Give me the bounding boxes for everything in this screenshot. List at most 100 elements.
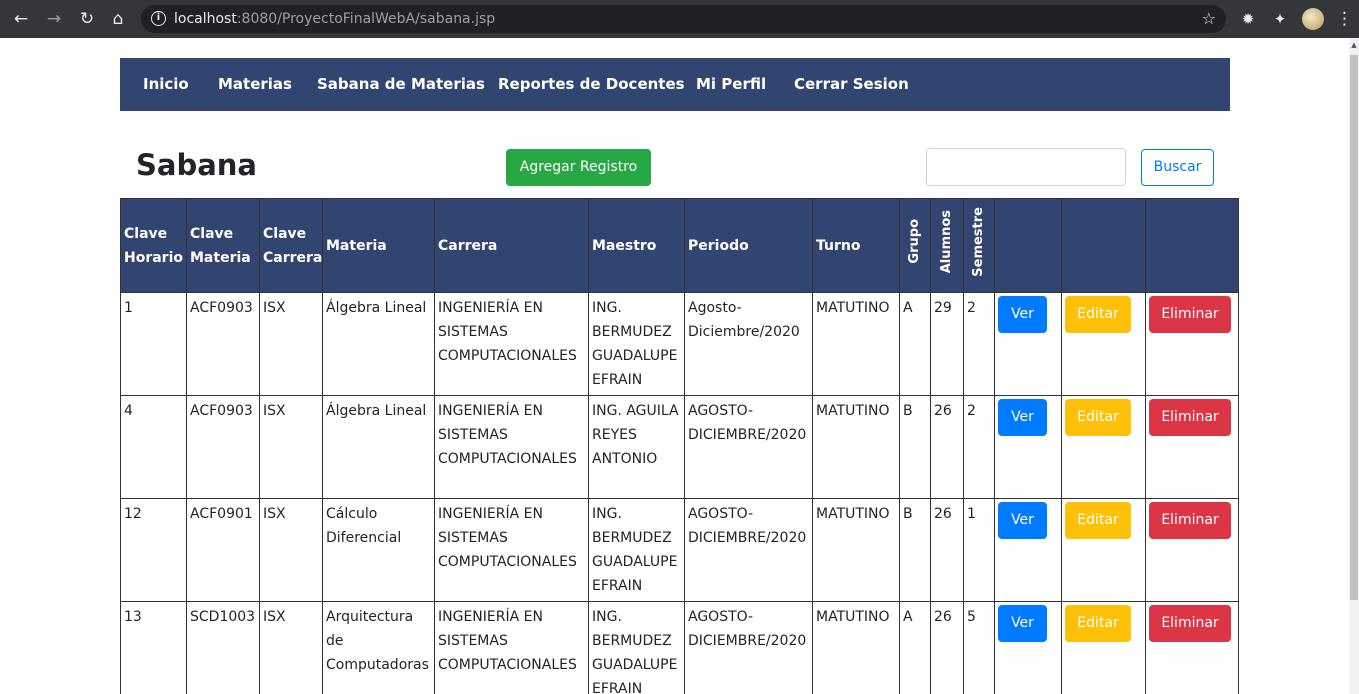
cell-grupo: A (899, 292, 931, 396)
nav-materias[interactable]: Materias (218, 58, 292, 111)
cell-clave-materia: ACF0903 (186, 292, 260, 396)
cell-materia: Álgebra Lineal (322, 292, 435, 396)
cell-action-edit: Editar (1061, 292, 1146, 396)
cell-action-edit: Editar (1061, 498, 1146, 602)
cell-clave-carrera: ISX (259, 498, 323, 602)
page-scrollbar[interactable]: ▲ (1349, 38, 1359, 694)
puzzle-extensions-icon[interactable]: ✦ (1270, 9, 1290, 29)
url-host: localhost (174, 11, 237, 27)
view-button[interactable]: Ver (998, 296, 1047, 333)
url-path: :8080/ProyectoFinalWebA/sabana.jsp (236, 11, 496, 27)
scrollbar-thumb[interactable] (1350, 55, 1358, 600)
cell-alumnos: 26 (930, 601, 964, 694)
sabana-table-container: Clave Horario Clave Materia Clave Carrer… (120, 198, 1239, 694)
cell-periodo: AGOSTO-DICIEMBRE/2020 (684, 395, 813, 499)
cell-materia: Cálculo Diferencial (322, 498, 435, 602)
nav-mi-perfil[interactable]: Mi Perfil (696, 58, 766, 111)
cell-grupo: B (899, 395, 931, 499)
edit-button[interactable]: Editar (1065, 296, 1131, 333)
cell-action-view: Ver (994, 292, 1062, 396)
cell-carrera: INGENIERÍA EN SISTEMAS COMPUTACIONALES (434, 292, 589, 396)
home-icon[interactable]: ⌂ (107, 8, 129, 30)
header-clave-materia: Clave Materia (186, 198, 260, 293)
main-navbar: Inicio Materias Sabana de Materias Repor… (120, 58, 1230, 111)
view-button[interactable]: Ver (998, 399, 1047, 436)
cell-maestro: ING. BERMUDEZ GUADALUPE EFRAIN (588, 498, 685, 602)
edit-button[interactable]: Editar (1065, 399, 1131, 436)
cell-clave-materia: SCD1003 (186, 601, 260, 694)
cell-periodo: AGOSTO-DICIEMBRE/2020 (684, 498, 813, 602)
cell-clave-horario: 12 (120, 498, 187, 602)
table-row: 4 ACF0903 ISX Álgebra Lineal INGENIERÍA … (120, 395, 1239, 499)
table-row: 13 SCD1003 ISX Arquitectura de Computado… (120, 601, 1239, 694)
cell-action-edit: Editar (1061, 395, 1146, 499)
delete-button[interactable]: Eliminar (1149, 502, 1231, 539)
cell-clave-materia: ACF0901 (186, 498, 260, 602)
cell-materia: Arquitectura de Computadoras (322, 601, 435, 694)
back-arrow-icon[interactable]: ← (10, 8, 32, 30)
header-semestre-label: Semestre (971, 206, 986, 277)
cell-maestro: ING. BERMUDEZ GUADALUPE EFRAIN (588, 292, 685, 396)
cell-periodo: Agosto-Diciembre/2020 (684, 292, 813, 396)
cell-turno: MATUTINO (812, 601, 900, 694)
header-action-edit (1061, 198, 1146, 293)
header-clave-carrera: Clave Carrera (259, 198, 323, 293)
delete-button[interactable]: Eliminar (1149, 605, 1231, 642)
address-bar[interactable]: i localhost:8080/ProyectoFinalWebA/saban… (141, 5, 1226, 33)
search-button[interactable]: Buscar (1141, 149, 1214, 186)
cell-maestro: ING. BERMUDEZ GUADALUPE EFRAIN (588, 601, 685, 694)
reload-icon[interactable]: ↻ (76, 8, 98, 30)
cell-turno: MATUTINO (812, 395, 900, 499)
info-icon[interactable]: i (151, 11, 166, 26)
table-row: 12 ACF0901 ISX Cálculo Diferencial INGEN… (120, 498, 1239, 602)
browser-menu-icon[interactable]: ⋮ (1336, 8, 1353, 30)
header-maestro: Maestro (588, 198, 685, 293)
nav-reportes-de-docentes[interactable]: Reportes de Docentes (498, 58, 685, 111)
cell-clave-carrera: ISX (259, 292, 323, 396)
nav-inicio[interactable]: Inicio (143, 58, 189, 111)
header-grupo-label: Grupo (907, 219, 922, 264)
url-text[interactable]: localhost:8080/ProyectoFinalWebA/sabana.… (174, 10, 495, 28)
cell-semestre: 1 (963, 498, 995, 602)
edit-button[interactable]: Editar (1065, 502, 1131, 539)
cell-clave-horario: 4 (120, 395, 187, 499)
cell-alumnos: 26 (930, 498, 964, 602)
cell-semestre: 5 (963, 601, 995, 694)
edit-button[interactable]: Editar (1065, 605, 1131, 642)
view-button[interactable]: Ver (998, 605, 1047, 642)
cell-action-view: Ver (994, 601, 1062, 694)
cell-turno: MATUTINO (812, 498, 900, 602)
bookmark-star-icon[interactable]: ☆ (1202, 8, 1216, 30)
cell-clave-carrera: ISX (259, 601, 323, 694)
cell-clave-horario: 13 (120, 601, 187, 694)
cell-carrera: INGENIERÍA EN SISTEMAS COMPUTACIONALES (434, 498, 589, 602)
cell-maestro: ING. AGUILA REYES ANTONIO (588, 395, 685, 499)
cell-materia: Álgebra Lineal (322, 395, 435, 499)
search-input[interactable] (926, 148, 1126, 186)
cell-clave-carrera: ISX (259, 395, 323, 499)
delete-button[interactable]: Eliminar (1149, 399, 1231, 436)
cell-action-delete: Eliminar (1145, 292, 1239, 396)
delete-button[interactable]: Eliminar (1149, 296, 1231, 333)
add-record-button[interactable]: Agregar Registro (506, 149, 651, 186)
header-turno: Turno (812, 198, 900, 293)
nav-cerrar-sesion[interactable]: Cerrar Sesion (794, 58, 909, 111)
forward-arrow-icon[interactable]: → (43, 8, 65, 30)
extension-icon[interactable]: ✹ (1238, 9, 1258, 29)
header-materia: Materia (322, 198, 435, 293)
scroll-up-arrow-icon[interactable]: ▲ (1349, 40, 1359, 50)
cell-action-edit: Editar (1061, 601, 1146, 694)
cell-action-delete: Eliminar (1145, 601, 1239, 694)
header-action-delete (1145, 198, 1239, 293)
view-button[interactable]: Ver (998, 502, 1047, 539)
cell-grupo: A (899, 601, 931, 694)
page-title: Sabana (136, 148, 257, 182)
sabana-table: Clave Horario Clave Materia Clave Carrer… (120, 198, 1239, 694)
cell-semestre: 2 (963, 292, 995, 396)
cell-carrera: INGENIERÍA EN SISTEMAS COMPUTACIONALES (434, 395, 589, 499)
cell-semestre: 2 (963, 395, 995, 499)
cell-alumnos: 26 (930, 395, 964, 499)
cell-carrera: INGENIERÍA EN SISTEMAS COMPUTACIONALES (434, 601, 589, 694)
profile-avatar-icon[interactable] (1302, 8, 1324, 30)
nav-sabana-de-materias[interactable]: Sabana de Materias (317, 58, 485, 111)
